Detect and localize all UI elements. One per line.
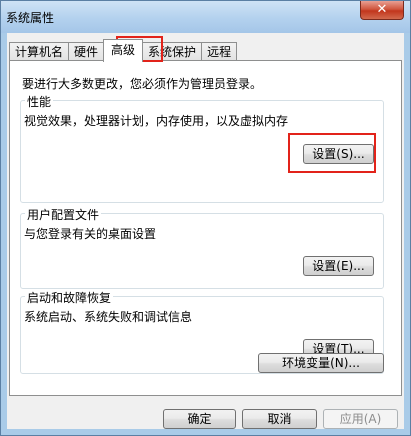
- tab-system-protection[interactable]: 系统保护: [142, 42, 203, 62]
- tab-hardware[interactable]: 硬件: [68, 42, 105, 62]
- admin-notice: 要进行大多数更改，您必须作为管理员登录。: [22, 77, 263, 91]
- close-icon: ✕: [376, 2, 388, 17]
- close-button[interactable]: ✕: [360, 1, 404, 20]
- performance-settings-button[interactable]: 设置(S)...: [303, 144, 374, 164]
- ok-button[interactable]: 确定: [163, 409, 236, 429]
- tab-strip: 计算机名 硬件 高级 系统保护 远程: [9, 39, 238, 62]
- tab-advanced[interactable]: 高级: [103, 39, 144, 62]
- environment-variables-button[interactable]: 环境变量(N)...: [258, 353, 384, 373]
- performance-group-title: 性能: [25, 93, 54, 110]
- user-profiles-group-title: 用户配置文件: [25, 206, 102, 223]
- performance-group: 性能 视觉效果，处理器计划，内存使用，以及虚拟内存 设置(S)...: [20, 93, 384, 203]
- startup-recovery-description: 系统启动、系统失败和调试信息: [24, 310, 193, 324]
- user-profiles-description: 与您登录有关的桌面设置: [24, 227, 157, 241]
- system-properties-window: 系统属性 ✕ 计算机名 硬件 高级 系统保护 远程 要进行大多数更改，您必须作为…: [0, 0, 411, 436]
- startup-recovery-group-title: 启动和故障恢复: [25, 289, 114, 306]
- title-bar[interactable]: 系统属性 ✕: [1, 1, 410, 33]
- user-profiles-settings-button[interactable]: 设置(E)...: [303, 256, 374, 276]
- tab-remote[interactable]: 远程: [201, 42, 238, 62]
- dialog-client-area: 计算机名 硬件 高级 系统保护 远程 要进行大多数更改，您必须作为管理员登录。 …: [7, 33, 404, 429]
- apply-button[interactable]: 应用(A): [323, 409, 398, 429]
- tab-computer-name[interactable]: 计算机名: [9, 42, 70, 62]
- window-title: 系统属性: [6, 11, 55, 25]
- cancel-button[interactable]: 取消: [242, 409, 317, 429]
- user-profiles-group: 用户配置文件 与您登录有关的桌面设置 设置(E)...: [20, 206, 384, 289]
- advanced-tab-panel: 要进行大多数更改，您必须作为管理员登录。 性能 视觉效果，处理器计划，内存使用，…: [9, 60, 402, 396]
- performance-description: 视觉效果，处理器计划，内存使用，以及虚拟内存: [24, 114, 289, 128]
